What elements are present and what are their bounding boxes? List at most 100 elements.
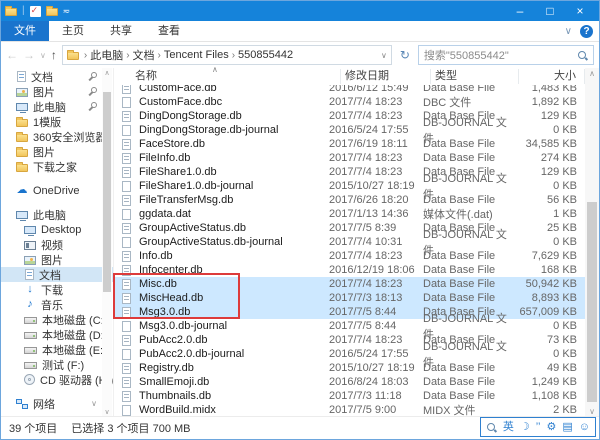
search-input[interactable] (424, 49, 577, 61)
column-header-date[interactable]: 修改日期 (341, 69, 431, 84)
sidebar-item[interactable]: Desktop (1, 222, 113, 237)
table-row[interactable]: Registry.db2015/10/27 18:19Data Base Fil… (114, 361, 585, 375)
sidebar-item[interactable]: ↓下载 (1, 282, 113, 297)
sidebar-scrollbar[interactable]: ∧ ∨ (102, 68, 112, 417)
sidebar-scroll-thumb[interactable] (103, 92, 111, 292)
ribbon-tab-view[interactable]: 查看 (145, 21, 193, 41)
sidebar-item[interactable]: ♪音乐 (1, 297, 113, 312)
column-header-type[interactable]: 类型 (431, 69, 519, 84)
ime-punctuation-icon[interactable]: ’’ (536, 419, 541, 435)
table-row[interactable]: FileInfo.db2017/7/4 18:23Data Base File2… (114, 151, 585, 165)
table-row[interactable]: Info.db2017/7/4 18:23Data Base File7,629… (114, 249, 585, 263)
ime-english-mode-icon[interactable]: 英 (503, 419, 514, 435)
column-header-name[interactable]: 名称 (114, 69, 341, 84)
table-row[interactable]: FileTransferMsg.db2017/6/26 18:20Data Ba… (114, 193, 585, 207)
address-box[interactable]: ›此电脑›文档›Tencent Files›550855442 ∨ (62, 45, 392, 65)
sidebar-item[interactable]: 本地磁盘 (C:) (1, 312, 113, 327)
db-icon (122, 167, 131, 178)
table-row[interactable]: DingDongStorage.db2017/7/4 18:23Data Bas… (114, 109, 585, 123)
sidebar-item[interactable]: 文档 (1, 267, 113, 282)
db-icon (122, 265, 131, 276)
ime-clipboard-icon[interactable]: ▤ (562, 419, 572, 435)
table-row[interactable]: PubAcc2.0.db-journal2016/5/24 17:55DB-JO… (114, 347, 585, 361)
qat-customize-icon[interactable]: ≂ (63, 6, 70, 17)
table-row[interactable]: WordBuild.midx2017/7/5 9:00MIDX 文件2 KB (114, 403, 585, 417)
file-size: 56 KB (511, 194, 585, 206)
sidebar-item[interactable]: 此电脑 (1, 207, 113, 222)
sidebar-item[interactable]: CD 驱动器 (H:) (1, 372, 113, 387)
breadcrumb-item[interactable]: Tencent Files (164, 49, 229, 61)
table-row[interactable]: Misc.db2017/7/4 18:23Data Base File50,94… (114, 277, 585, 291)
ime-sogou-logo-icon[interactable]: ☽ (520, 419, 530, 435)
table-row[interactable]: Msg3.0.db-journal2017/7/5 8:44DB-JOURNAL… (114, 319, 585, 333)
new-folder-qat-icon[interactable] (46, 8, 58, 16)
list-scroll-down-icon[interactable]: ∨ (585, 407, 599, 416)
breadcrumb-item[interactable]: 文档 (133, 47, 155, 63)
sidebar-item[interactable]: 图片 (1, 252, 113, 267)
ime-search-icon[interactable] (486, 422, 497, 433)
table-row[interactable]: CustomFace.dbc2017/7/4 18:23DBC 文件1,892 … (114, 95, 585, 109)
sidebar-item[interactable]: 图片 (1, 84, 113, 99)
location-folder-icon (67, 52, 79, 60)
table-row[interactable]: GroupActiveStatus.db2017/7/5 8:39Data Ba… (114, 221, 585, 235)
sidebar-item[interactable]: 此电脑 (1, 99, 113, 114)
sidebar-expand-icon[interactable]: ∨ (91, 399, 97, 408)
table-row[interactable]: PubAcc2.0.db2017/7/4 18:23Data Base File… (114, 333, 585, 347)
column-headers: ∧ 名称 修改日期 类型 大小 (114, 68, 585, 85)
ribbon-tab-file[interactable]: 文件 (1, 21, 49, 41)
ime-settings-icon[interactable]: ⚙ (546, 419, 556, 435)
minimize-button[interactable]: – (505, 1, 535, 21)
breadcrumb-item[interactable]: 550855442 (238, 49, 293, 61)
file-name: CustomFace.dbc (137, 96, 325, 108)
sidebar-item[interactable]: 网络∨ (1, 396, 113, 411)
desktop-icon (24, 226, 36, 234)
table-row[interactable]: Thumbnails.db2017/7/3 11:18Data Base Fil… (114, 389, 585, 403)
table-row[interactable]: DingDongStorage.db-journal2016/5/24 17:5… (114, 123, 585, 137)
sidebar-item[interactable]: 本地磁盘 (D:) (1, 327, 113, 342)
table-row[interactable]: Msg3.0.db2017/7/5 8:44Data Base File657,… (114, 305, 585, 319)
close-button[interactable]: × (565, 1, 595, 21)
ribbon-tab-home[interactable]: 主页 (49, 21, 97, 41)
help-icon[interactable]: ? (580, 25, 593, 38)
sidebar-item-label: 图片 (33, 84, 55, 100)
ribbon-collapse-icon[interactable]: ∨ (565, 26, 572, 37)
breadcrumb-item[interactable]: 此电脑 (90, 47, 123, 63)
table-row[interactable]: FileShare1.0.db2017/7/4 18:23Data Base F… (114, 165, 585, 179)
ime-emoji-icon[interactable]: ☺ (579, 419, 590, 435)
list-scrollbar[interactable]: ∧ ∨ (585, 68, 599, 417)
sidebar-item[interactable]: 图片 (1, 144, 113, 159)
list-scroll-thumb[interactable] (587, 202, 597, 402)
recent-locations-icon[interactable]: ∨ (40, 51, 46, 60)
maximize-button[interactable]: □ (535, 1, 565, 21)
table-row[interactable]: MiscHead.db2017/7/3 18:13Data Base File8… (114, 291, 585, 305)
sidebar-item[interactable]: 本地磁盘 (E:) (1, 342, 113, 357)
sidebar-item[interactable]: 视频 (1, 237, 113, 252)
table-row[interactable]: SmallEmoji.db2016/8/24 18:03Data Base Fi… (114, 375, 585, 389)
search-icon[interactable] (577, 50, 588, 61)
forward-icon[interactable]: → (23, 46, 35, 64)
sidebar-scroll-down-icon[interactable]: ∨ (102, 408, 112, 416)
table-row[interactable]: FaceStore.db2017/6/19 18:11Data Base Fil… (114, 137, 585, 151)
table-row[interactable]: Infocenter.db2016/12/19 18:06Data Base F… (114, 263, 585, 277)
sidebar-item[interactable]: 1模版 (1, 114, 113, 129)
properties-qat-icon[interactable] (30, 6, 41, 17)
ribbon-tab-share[interactable]: 共享 (97, 21, 145, 41)
db-icon (122, 111, 131, 122)
address-dropdown-icon[interactable]: ∨ (381, 51, 387, 60)
file-date: 2017/7/4 18:23 (325, 152, 419, 164)
refresh-icon[interactable]: ↻ (397, 48, 413, 62)
sidebar-item[interactable]: ☁OneDrive (1, 183, 113, 198)
sidebar-item[interactable]: 360安全浏览器 (1, 129, 113, 144)
table-row[interactable]: GroupActiveStatus.db-journal2017/7/4 10:… (114, 235, 585, 249)
column-header-size[interactable]: 大小 (519, 69, 585, 84)
table-row[interactable]: FileShare1.0.db-journal2015/10/27 18:19D… (114, 179, 585, 193)
list-scroll-up-icon[interactable]: ∧ (585, 69, 599, 78)
back-icon[interactable]: ← (6, 46, 18, 64)
table-row[interactable]: CustomFace.db2016/6/12 15:49Data Base Fi… (114, 85, 585, 95)
sidebar-item[interactable]: 文档 (1, 69, 113, 84)
sidebar-item[interactable]: 下载之家 (1, 159, 113, 174)
up-icon[interactable]: ↑ (51, 46, 57, 64)
sidebar-item[interactable]: 测试 (F:) (1, 357, 113, 372)
sidebar-scroll-up-icon[interactable]: ∧ (102, 69, 112, 77)
table-row[interactable]: ggdata.dat2017/1/13 14:36媒体文件(.dat)1 KB (114, 207, 585, 221)
